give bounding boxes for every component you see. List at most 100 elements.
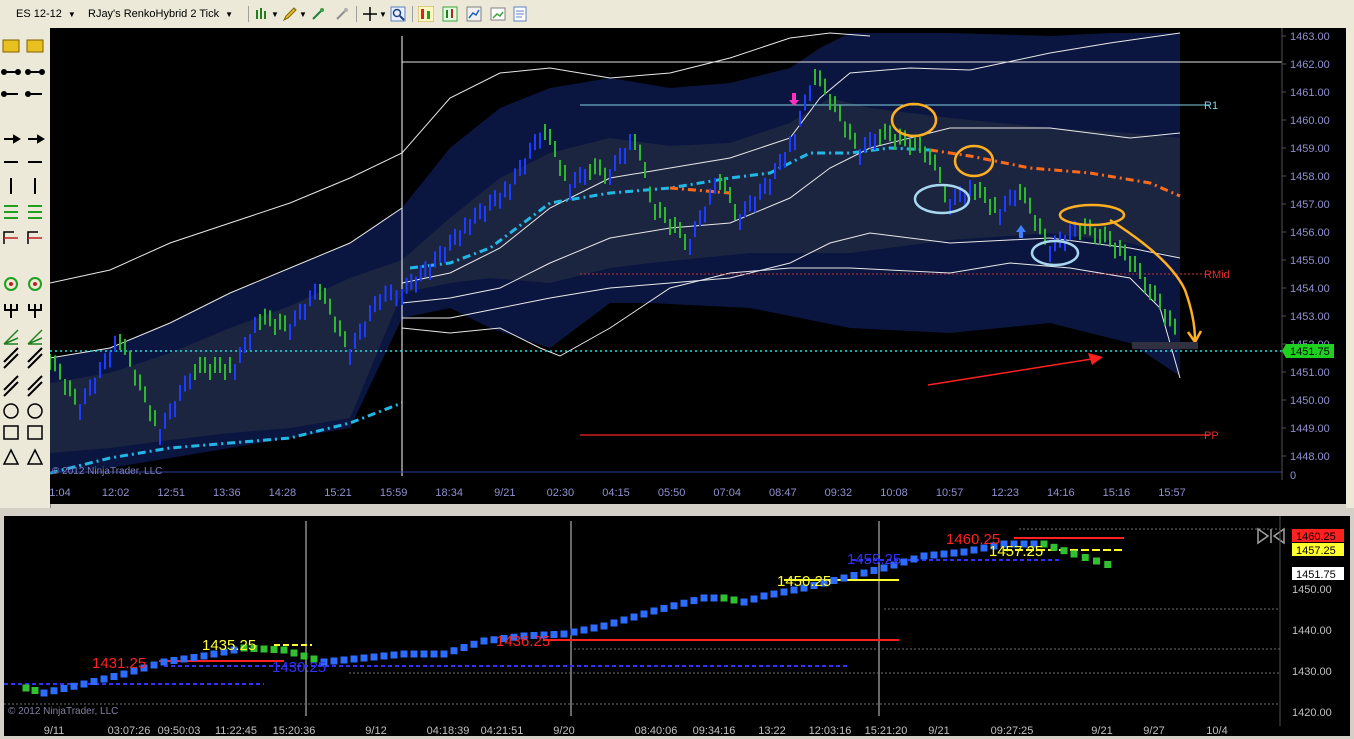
- trend-channel-icon[interactable]: [3, 375, 43, 397]
- rectangle-icon[interactable]: [3, 425, 43, 440]
- lower-price-bar: [22, 684, 30, 692]
- fibonacci-icon[interactable]: [3, 231, 42, 244]
- price-tick-label: 1449.00: [1290, 423, 1330, 435]
- lower-price-bar: [380, 652, 388, 660]
- chevron-down-icon[interactable]: ▼: [379, 4, 387, 24]
- lower-price-bar: [580, 626, 588, 634]
- instrument-selector[interactable]: ES 12-12 ▼: [16, 4, 76, 24]
- time-tick-label: 09:32: [825, 487, 853, 499]
- data-series-icon[interactable]: [418, 6, 434, 22]
- pitchfork-icon[interactable]: [4, 304, 42, 318]
- lower-price-bar: [480, 637, 488, 645]
- indicators-icon[interactable]: [442, 6, 458, 22]
- price-tick-label: 1450.00: [1292, 584, 1332, 596]
- triangle-icon[interactable]: [2, 448, 44, 465]
- regression-channel-icon[interactable]: [3, 347, 43, 369]
- time-tick-label: 03:07:26: [108, 725, 151, 736]
- price-tick-label: 1456.00: [1290, 227, 1330, 239]
- lower-price-bar: [90, 678, 98, 685]
- chevron-down-icon[interactable]: ▼: [299, 4, 307, 24]
- lower-price-bar: [630, 613, 638, 621]
- lower-price-bar: [450, 647, 458, 655]
- lower-price-bar: [270, 646, 278, 653]
- time-tick-label: 18:34: [435, 487, 463, 499]
- instrument-label: ES 12-12: [16, 8, 62, 20]
- lower-price-bar: [840, 574, 848, 582]
- level-label: 1436.25: [496, 633, 550, 650]
- main-price-chart[interactable]: R1 RMid PP 1463.00 1462.00 1461.00 1460.00 1…: [49, 28, 1346, 504]
- pp-label: PP: [1204, 430, 1219, 442]
- zoom-icon[interactable]: [390, 6, 406, 22]
- r1-label: R1: [1204, 100, 1218, 112]
- strategies-icon[interactable]: [466, 6, 482, 22]
- time-tick-label: 9/21: [494, 487, 515, 499]
- chart-type-selector[interactable]: RJay's RenkoHybrid 2 Tick ▼: [88, 4, 233, 24]
- time-tick-label: 9/11: [44, 725, 65, 736]
- lower-price-bar: [1081, 554, 1089, 561]
- time-tick-label: 9/21: [1091, 725, 1112, 736]
- lower-price-bar: [430, 650, 438, 658]
- time-tick-label: 12:23: [991, 487, 1019, 499]
- time-tick-label: 10:57: [936, 487, 964, 499]
- lower-price-bar: [60, 685, 68, 692]
- time-tick-label: 14:16: [1047, 487, 1075, 499]
- properties-icon[interactable]: [512, 6, 528, 22]
- lower-price-bar: [690, 597, 698, 605]
- lower-price-bar: [680, 599, 688, 607]
- price-tick-label: 1451.00: [1290, 367, 1330, 379]
- axis-zero-label: 0: [1290, 470, 1296, 482]
- remove-drawing-icon[interactable]: [334, 6, 350, 22]
- ellipse-icon[interactable]: [3, 403, 43, 419]
- copyright-label: © 2012 NinjaTrader, LLC: [52, 466, 162, 477]
- line-icon[interactable]: [1, 69, 45, 75]
- time-tick-label: 12:51: [157, 487, 185, 499]
- arrow-line-icon[interactable]: [4, 134, 45, 144]
- current-price-tag-pointer: [1282, 344, 1286, 358]
- lower-price-bar: [920, 552, 928, 560]
- crosshair-plus-icon[interactable]: [310, 6, 326, 22]
- ruler-icon[interactable]: [2, 39, 44, 53]
- lower-price-bar: [290, 649, 298, 657]
- lower-price-bar: [910, 555, 918, 563]
- ray-icon[interactable]: [1, 91, 42, 97]
- lower-price-bar: [170, 657, 178, 664]
- price-tag-label: 1457.25: [1296, 545, 1336, 557]
- time-tick-label: 12:03:16: [809, 725, 852, 736]
- target-icon[interactable]: [4, 277, 42, 291]
- vertical-scrollbar[interactable]: [1346, 28, 1354, 508]
- crosshair-icon[interactable]: [362, 6, 378, 22]
- pencil-icon[interactable]: [282, 6, 298, 22]
- lower-price-bar: [620, 616, 628, 624]
- bar-style-icon[interactable]: [254, 6, 270, 22]
- price-tick-label: 1455.00: [1290, 255, 1330, 267]
- gann-fan-icon[interactable]: [3, 329, 43, 345]
- lower-price-chart[interactable]: 1431.25 1435.25 1430.25 1436.25 1450.25 1455.…: [4, 516, 1350, 737]
- chart-image-icon[interactable]: [490, 6, 506, 22]
- lower-price-bar: [340, 656, 348, 664]
- lower-price-bar: [40, 689, 48, 697]
- price-tick-label: 1453.00: [1290, 311, 1330, 323]
- time-tick-label: 9/21: [928, 725, 949, 736]
- price-tick-label: 1457.00: [1290, 199, 1330, 211]
- lower-price-bar: [1050, 543, 1058, 551]
- chevron-down-icon[interactable]: ▼: [271, 4, 279, 24]
- lower-price-bar: [260, 645, 268, 653]
- time-tick-label: 04:18:39: [427, 725, 470, 736]
- price-tag-label: 1460.25: [1296, 531, 1336, 543]
- chart-type-label: RJay's RenkoHybrid 2 Tick: [88, 8, 220, 20]
- channel-icon[interactable]: [4, 205, 42, 219]
- time-tick-label: 08:47: [769, 487, 797, 499]
- lower-chart-svg: 1431.25 1435.25 1430.25 1436.25 1450.25 1455.…: [4, 516, 1344, 737]
- price-tick-label: 1440.00: [1292, 625, 1332, 637]
- time-tick-label: 08:40:06: [635, 725, 678, 736]
- time-tick-label: 09:27:25: [991, 725, 1034, 736]
- time-tick-label: 15:16: [1103, 487, 1131, 499]
- time-tick-label: 12:02: [102, 487, 130, 499]
- time-tick-label: 13:22: [758, 725, 786, 736]
- lower-price-bar: [700, 594, 708, 602]
- lower-price-bar: [50, 687, 58, 695]
- lower-price-bar: [610, 619, 618, 627]
- lower-price-axis: 1440.00 1430.00 1420.00 1450.00: [1292, 584, 1332, 719]
- time-tick-label: 15:21:20: [865, 725, 908, 736]
- vertical-line-icon[interactable]: [10, 178, 36, 194]
